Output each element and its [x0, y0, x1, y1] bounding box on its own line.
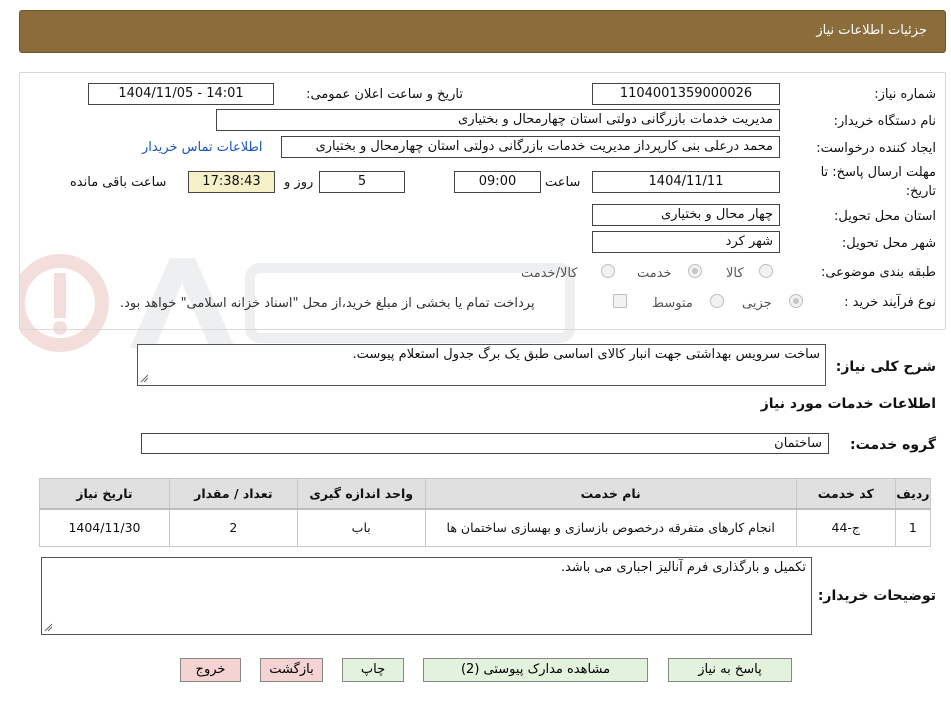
description-text: ساخت سرویس بهداشتی جهت انبار کالای اساسی… — [352, 347, 820, 362]
need-number-field: 1104001359000026 — [592, 83, 780, 105]
days-remaining-field: 5 — [319, 171, 405, 193]
cell-row-number: 1 — [894, 508, 932, 547]
col-service-name: نام خدمت — [424, 478, 797, 510]
cell-service-code: ج-44 — [795, 508, 896, 547]
table-row: 1 ج-44 انجام کارهای متفرقه درخصوص بازساز… — [39, 508, 932, 547]
category-label: طبقه بندی موضوعی: — [820, 265, 936, 280]
remaining-time-field: 17:38:43 — [188, 171, 275, 193]
province-label: استان محل تحویل: — [834, 209, 936, 224]
col-row-number: ردیف — [894, 478, 932, 510]
resize-handle-icon[interactable] — [44, 623, 53, 632]
services-section-title: اطلاعات خدمات مورد نیاز — [760, 396, 936, 412]
process-minor-radio[interactable] — [789, 294, 803, 308]
process-medium-radio[interactable] — [710, 294, 724, 308]
col-need-date: تاریخ نیاز — [39, 478, 170, 510]
services-table: ردیف کد خدمت نام خدمت واحد اندازه گیری ت… — [39, 478, 932, 547]
treasury-checkbox[interactable] — [613, 294, 627, 308]
process-minor-label: جزیی — [742, 296, 772, 311]
city-field: شهر کرد — [592, 231, 780, 253]
cell-service-name: انجام کارهای متفرقه درخصوص بازسازی و بهس… — [424, 508, 797, 547]
print-button[interactable]: چاپ — [342, 658, 404, 682]
cell-quantity: 2 — [168, 508, 298, 547]
table-header-row: ردیف کد خدمت نام خدمت واحد اندازه گیری ت… — [39, 478, 932, 510]
view-attachments-button[interactable]: مشاهده مدارک پیوستی (2) — [423, 658, 648, 682]
exit-button[interactable]: خروج — [180, 658, 241, 682]
reply-button[interactable]: پاسخ به نیاز — [668, 658, 792, 682]
deadline-label: مهلت ارسال پاسخ: تا — [820, 165, 936, 180]
remaining-label: ساعت باقی مانده — [70, 175, 167, 190]
service-group-label: گروه خدمت: — [850, 437, 936, 453]
category-service-radio[interactable] — [688, 264, 702, 278]
creator-label: ایجاد کننده درخواست: — [816, 141, 936, 156]
announce-datetime-field: 1404/11/05 - 14:01 — [88, 83, 274, 105]
category-service-label: خدمت — [637, 266, 672, 281]
buyer-notes-text: تکمیل و بارگذاری فرم آنالیز اجباری می با… — [560, 560, 806, 575]
deadline-date-field: 1404/11/11 — [592, 171, 780, 193]
category-goods-service-label: کالا/خدمت — [521, 266, 578, 281]
category-goods-radio[interactable] — [759, 264, 773, 278]
buyer-org-field: مدیریت خدمات بازرگانی دولتی استان چهارمح… — [216, 109, 780, 131]
back-button[interactable]: بازگشت — [260, 658, 323, 682]
process-medium-label: متوسط — [652, 296, 693, 311]
col-unit: واحد اندازه گیری — [296, 478, 426, 510]
cell-need-date: 1404/11/30 — [39, 508, 170, 547]
buyer-notes-label: توضیحات خریدار: — [817, 588, 936, 604]
service-group-field: ساختمان — [141, 433, 829, 454]
buyer-contact-link[interactable]: اطلاعات تماس خریدار — [142, 140, 262, 155]
deadline-label-date: تاریخ: — [905, 184, 936, 199]
deadline-time-label: ساعت — [545, 175, 581, 190]
cell-unit: باب — [296, 508, 426, 547]
col-quantity: تعداد / مقدار — [168, 478, 298, 510]
creator-field: محمد درعلی بنی کارپرداز مدیریت خدمات باز… — [281, 136, 780, 158]
buyer-org-label: نام دستگاه خریدار: — [833, 114, 936, 129]
process-type-label: نوع فرآیند خرید : — [844, 295, 936, 310]
description-label: شرح کلی نیاز: — [835, 359, 936, 375]
deadline-time-field: 09:00 — [454, 171, 541, 193]
resize-handle-icon[interactable] — [140, 374, 149, 383]
buyer-notes-textarea: تکمیل و بارگذاری فرم آنالیز اجباری می با… — [41, 557, 812, 635]
page-header: جزئیات اطلاعات نیاز — [19, 10, 946, 53]
treasury-note: پرداخت تمام یا بخشی از مبلغ خرید،از محل … — [120, 296, 535, 311]
need-number-label: شماره نیاز: — [874, 87, 936, 102]
announce-datetime-label: تاریخ و ساعت اعلان عمومی: — [306, 87, 463, 102]
category-goods-label: کالا — [726, 266, 744, 281]
province-field: چهار محال و بختیاری — [592, 204, 780, 226]
days-label: روز و — [284, 175, 314, 190]
page-title: جزئیات اطلاعات نیاز — [816, 23, 927, 38]
category-goods-service-radio[interactable] — [601, 264, 615, 278]
col-service-code: کد خدمت — [795, 478, 896, 510]
city-label: شهر محل تحویل: — [841, 236, 936, 251]
description-textarea: ساخت سرویس بهداشتی جهت انبار کالای اساسی… — [137, 344, 826, 386]
